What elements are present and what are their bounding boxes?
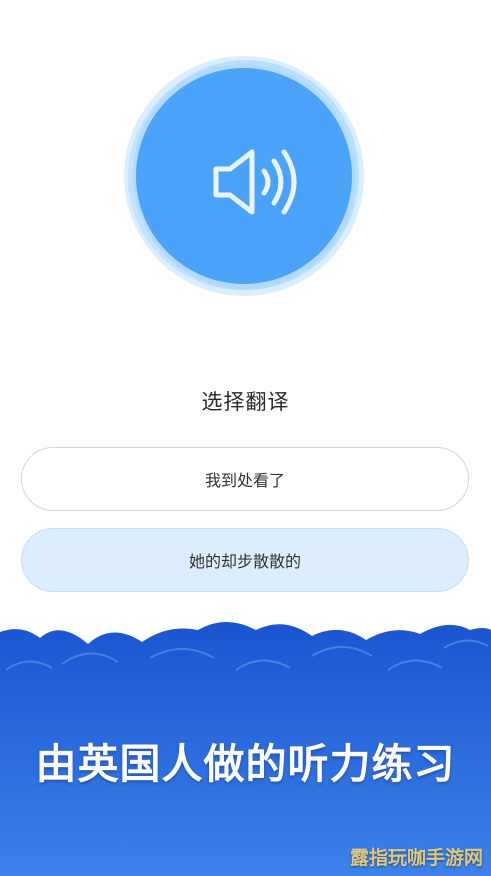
watermark-text: 露指玩咖手游网 — [349, 847, 483, 869]
question-prompt: 选择翻译 — [201, 390, 290, 414]
answer-option-2[interactable]: 她的却步散散的 — [21, 528, 469, 592]
answer-option-1-label: 我到处看了 — [204, 471, 285, 490]
speaker-volume-icon — [213, 149, 297, 215]
promo-footer: 由英国人做的听力练习 — [0, 600, 491, 876]
audio-player — [106, 42, 378, 312]
answer-option-2-label: 她的却步散散的 — [188, 552, 301, 571]
answer-option-1[interactable]: 我到处看了 — [21, 447, 469, 511]
promo-tagline: 由英国人做的听力练习 — [35, 740, 456, 788]
play-audio-button[interactable] — [136, 68, 352, 284]
